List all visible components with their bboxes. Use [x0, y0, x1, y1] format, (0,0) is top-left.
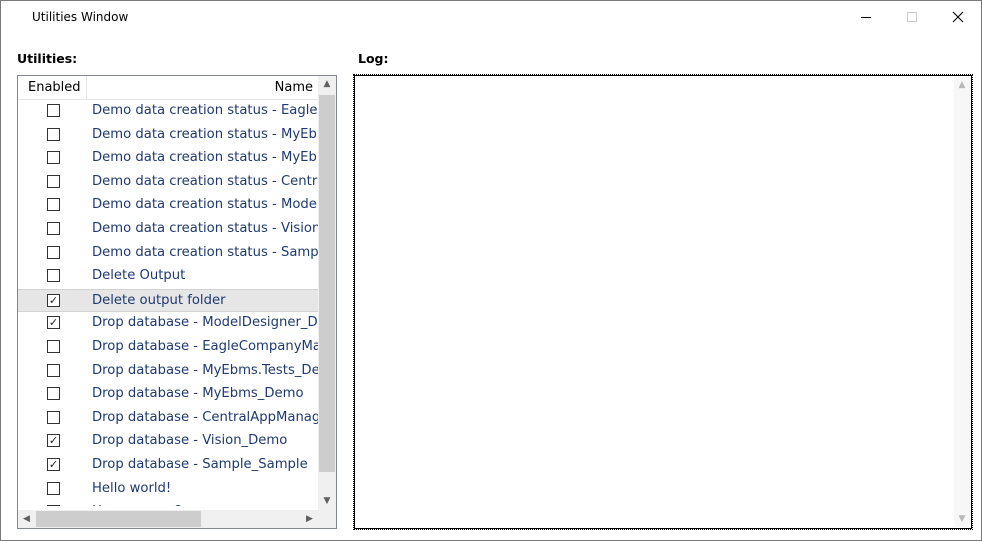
column-header-name[interactable]: Name [87, 76, 318, 100]
list-item[interactable]: Hello world! [18, 478, 318, 502]
enabled-checkbox[interactable] [47, 104, 60, 117]
enabled-checkbox[interactable] [47, 339, 60, 353]
close-icon [952, 11, 964, 23]
list-item[interactable]: Demo data creation status - ModelD [18, 194, 318, 218]
maximize-icon [907, 12, 917, 22]
list-vertical-scrollbar[interactable]: ▲ ▼ [318, 76, 336, 510]
title-bar[interactable]: Utilities Window [1, 1, 981, 33]
list-item-name: Demo data creation status - CentralA [92, 173, 318, 189]
scrollbar-corner [318, 510, 336, 528]
log-scroll-up-icon[interactable]: ▲ [954, 77, 970, 93]
list-item-name: Demo data creation status - ModelD [92, 197, 318, 213]
list-item-name: Demo data creation status - MyEbms [92, 150, 318, 166]
list-item[interactable]: Demo data creation status - Vision [18, 218, 318, 242]
checkmark-icon: ✓ [48, 316, 59, 330]
list-item[interactable]: Drop database - CentralAppManager [18, 407, 318, 431]
enabled-checkbox[interactable] [47, 174, 60, 188]
list-item-name: Demo data creation status - Eagle [92, 103, 318, 118]
log-label: Log: [358, 51, 389, 66]
scroll-up-icon[interactable]: ▲ [318, 76, 336, 93]
list-item-name: Drop database - EagleCompanyMana [92, 338, 318, 354]
list-item[interactable]: ✓ Delete output folder [18, 288, 318, 313]
enabled-checkbox[interactable] [47, 198, 60, 212]
list-item-name: Demo data creation status - Vision [92, 220, 318, 236]
enabled-checkbox[interactable] [47, 245, 60, 259]
scroll-right-icon[interactable]: ▶ [301, 510, 318, 528]
enabled-checkbox[interactable] [47, 387, 60, 401]
list-item[interactable]: Drop database - MyEbms_Demo [18, 383, 318, 407]
enabled-checkbox[interactable] [47, 505, 60, 506]
list-item[interactable]: How are you? [18, 501, 318, 506]
list-item[interactable]: Demo data creation status - Sample [18, 242, 318, 266]
utilities-list[interactable]: Enabled Name Demo data creation status -… [17, 75, 337, 529]
list-item-name: Drop database - ModelDesigner_Der [92, 315, 318, 331]
scroll-left-icon[interactable]: ◀ [18, 510, 35, 528]
list-item[interactable]: Demo data creation status - MyEbms [18, 147, 318, 171]
checkmark-icon: ✓ [48, 457, 59, 471]
enabled-checkbox[interactable]: ✓ [47, 293, 60, 307]
list-item-name: Delete Output [92, 268, 186, 284]
list-item[interactable]: Drop database - MyEbms.Tests_Demo [18, 360, 318, 384]
checkmark-icon: ✓ [48, 293, 59, 307]
window-title: Utilities Window [32, 10, 129, 24]
list-item-name: Hello world! [92, 480, 172, 496]
list-header: Enabled Name [18, 76, 318, 100]
list-item-name: Drop database - MyEbms_Demo [92, 386, 304, 402]
column-header-enabled[interactable]: Enabled [18, 76, 87, 100]
checkmark-icon: ✓ [48, 434, 59, 448]
vertical-scroll-thumb[interactable] [319, 95, 335, 472]
list-item-name: Drop database - Vision_Demo [92, 433, 288, 449]
log-textbox[interactable]: ▲ ▼ [353, 74, 973, 530]
list-item[interactable]: Drop database - EagleCompanyMana [18, 336, 318, 360]
enabled-checkbox[interactable] [47, 221, 60, 235]
minimize-button[interactable] [843, 1, 889, 33]
list-horizontal-scrollbar[interactable]: ◀ ▶ [18, 510, 318, 528]
list-item-name: How are you? [92, 504, 318, 506]
utilities-label: Utilities: [17, 51, 78, 66]
utilities-window: Utilities Window Utilities: Log: Enabled… [0, 0, 982, 541]
list-item-name: Delete output folder [92, 292, 226, 308]
log-scroll-down-icon[interactable]: ▼ [954, 511, 970, 527]
list-item[interactable]: Demo data creation status - Eagle [18, 100, 318, 124]
list-item[interactable]: Demo data creation status - MyEbms [18, 124, 318, 148]
maximize-button[interactable] [889, 1, 935, 33]
enabled-checkbox[interactable] [47, 151, 60, 165]
enabled-checkbox[interactable]: ✓ [47, 316, 60, 330]
list-item-name: Drop database - MyEbms.Tests_Demo [92, 362, 318, 378]
list-item-name: Demo data creation status - Sample [92, 244, 318, 260]
enabled-checkbox[interactable] [47, 363, 60, 377]
list-item-name: Demo data creation status - MyEbms [92, 126, 318, 142]
list-item[interactable]: ✓ Drop database - Sample_Sample [18, 454, 318, 478]
enabled-checkbox[interactable] [47, 481, 60, 495]
enabled-checkbox[interactable]: ✓ [47, 434, 60, 448]
close-button[interactable] [935, 1, 981, 33]
list-item[interactable]: ✓ Drop database - ModelDesigner_Der [18, 312, 318, 336]
enabled-checkbox[interactable] [47, 410, 60, 424]
utilities-rows: Demo data creation status - Eagle Demo da… [18, 100, 318, 506]
list-item-name: Drop database - CentralAppManager [92, 409, 318, 425]
list-item-name: Drop database - Sample_Sample [92, 456, 308, 472]
horizontal-scroll-thumb[interactable] [36, 511, 201, 527]
scroll-down-icon[interactable]: ▼ [318, 493, 336, 510]
enabled-checkbox[interactable] [47, 127, 60, 141]
enabled-checkbox[interactable]: ✓ [47, 457, 60, 471]
list-item[interactable]: ✓ Drop database - Vision_Demo [18, 430, 318, 454]
minimize-icon [861, 16, 871, 18]
enabled-checkbox[interactable] [47, 269, 60, 283]
list-item[interactable]: Demo data creation status - CentralA [18, 171, 318, 195]
log-content [358, 79, 948, 519]
log-vertical-scrollbar[interactable]: ▲ ▼ [954, 77, 970, 527]
list-item[interactable]: Delete Output [18, 265, 318, 289]
